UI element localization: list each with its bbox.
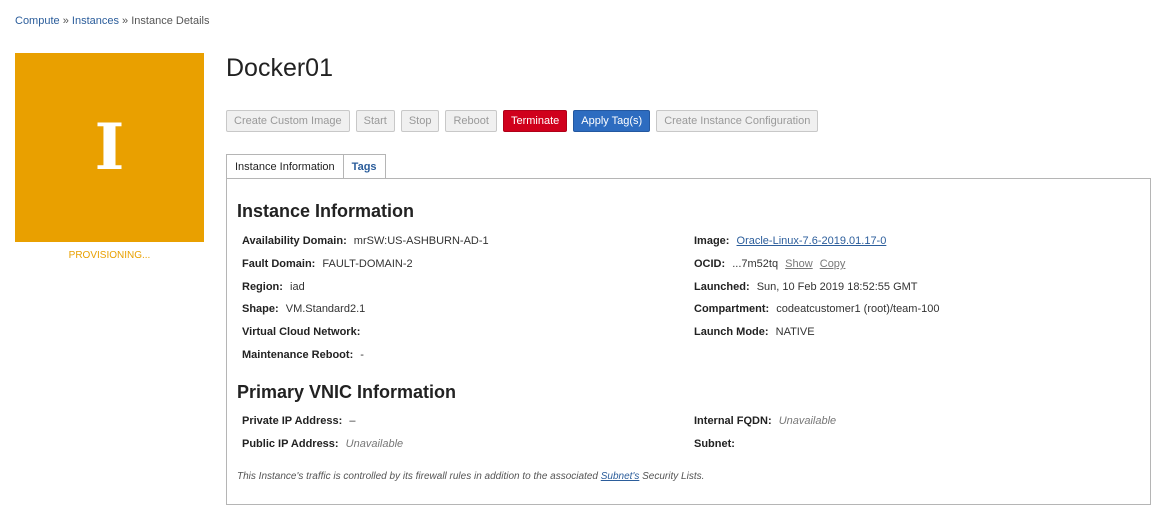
instance-status-tile: I (15, 53, 204, 242)
compartment-field: Compartment: codeatcustomer1 (root)/team… (694, 303, 939, 315)
launch-mode-value: NATIVE (775, 326, 815, 338)
action-toolbar: Create Custom Image Start Stop Reboot Te… (226, 110, 819, 132)
fault-domain-label: Fault Domain: (242, 258, 316, 270)
internal-fqdn-value: Unavailable (778, 415, 837, 427)
page-title: Docker01 (226, 54, 333, 82)
launched-field: Launched: Sun, 10 Feb 2019 18:52:55 GMT (694, 281, 918, 293)
ocid-value: ...7m52tq (732, 258, 779, 270)
stop-button[interactable]: Stop (400, 110, 440, 132)
create-custom-image-button[interactable]: Create Custom Image (226, 110, 350, 132)
ocid-label: OCID: (694, 258, 726, 270)
instance-state-label: PROVISIONING... (68, 250, 151, 261)
compartment-label: Compartment: (694, 303, 770, 315)
tab-bar: Instance Information Tags (226, 154, 386, 179)
fault-domain-value: FAULT-DOMAIN-2 (322, 258, 413, 270)
region-field: Region: iad (242, 281, 305, 293)
instance-information-heading: Instance Information (237, 201, 415, 221)
ocid-field: OCID: ...7m52tq Show Copy (694, 258, 845, 270)
apply-tags-button[interactable]: Apply Tag(s) (573, 110, 651, 132)
internal-fqdn-field: Internal FQDN: Unavailable (694, 415, 836, 427)
image-link[interactable]: Oracle-Linux-7.6-2019.01.17-0 (737, 235, 887, 247)
image-label: Image: (694, 235, 730, 247)
reboot-button[interactable]: Reboot (445, 110, 497, 132)
ocid-copy-link[interactable]: Copy (820, 258, 846, 270)
shape-value: VM.Standard2.1 (285, 303, 366, 315)
compartment-value: codeatcustomer1 (root)/team-100 (776, 303, 940, 315)
breadcrumb-current: Instance Details (131, 15, 210, 27)
ocid-show-link[interactable]: Show (785, 258, 813, 270)
private-ip-field: Private IP Address: – (242, 415, 355, 427)
vcn-label: Virtual Cloud Network: (242, 326, 361, 338)
breadcrumb: Compute » Instances » Instance Details (15, 15, 210, 27)
breadcrumb-separator: » (122, 15, 129, 27)
availability-domain-value: mrSW:US-ASHBURN-AD-1 (353, 235, 489, 247)
tab-instance-information[interactable]: Instance Information (226, 154, 344, 179)
image-field: Image: Oracle-Linux-7.6-2019.01.17-0 (694, 235, 886, 247)
availability-domain-label: Availability Domain: (242, 235, 347, 247)
instance-letter-icon: I (94, 109, 125, 185)
subnet-label: Subnet: (694, 438, 735, 450)
private-ip-value: – (349, 415, 356, 427)
fault-domain-field: Fault Domain: FAULT-DOMAIN-2 (242, 258, 413, 270)
internal-fqdn-label: Internal FQDN: (694, 415, 772, 427)
breadcrumb-instances-link[interactable]: Instances (72, 15, 119, 27)
private-ip-label: Private IP Address: (242, 415, 343, 427)
firewall-note: This Instance's traffic is controlled by… (237, 471, 704, 482)
breadcrumb-separator: » (62, 15, 69, 27)
maintenance-reboot-field: Maintenance Reboot: - (242, 349, 364, 361)
region-label: Region: (242, 281, 283, 293)
primary-vnic-heading: Primary VNIC Information (237, 382, 457, 402)
shape-label: Shape: (242, 303, 279, 315)
shape-field: Shape: VM.Standard2.1 (242, 303, 365, 315)
instance-details-panel: Instance Information Availability Domain… (226, 178, 1151, 505)
maintenance-reboot-label: Maintenance Reboot: (242, 349, 354, 361)
breadcrumb-compute-link[interactable]: Compute (15, 15, 60, 27)
vcn-field: Virtual Cloud Network: (242, 326, 364, 338)
availability-domain-field: Availability Domain: mrSW:US-ASHBURN-AD-… (242, 235, 489, 247)
launched-label: Launched: (694, 281, 750, 293)
subnet-field: Subnet: (694, 438, 739, 450)
launch-mode-field: Launch Mode: NATIVE (694, 326, 815, 338)
maintenance-reboot-value: - (360, 349, 364, 361)
launch-mode-label: Launch Mode: (694, 326, 769, 338)
public-ip-value: Unavailable (345, 438, 404, 450)
firewall-note-text-end: Security Lists. (639, 471, 705, 482)
region-value: iad (290, 281, 305, 293)
tab-tags[interactable]: Tags (342, 154, 386, 178)
create-instance-configuration-button[interactable]: Create Instance Configuration (656, 110, 819, 132)
terminate-button[interactable]: Terminate (502, 110, 568, 132)
start-button[interactable]: Start (355, 110, 395, 132)
launched-value: Sun, 10 Feb 2019 18:52:55 GMT (756, 281, 918, 293)
public-ip-field: Public IP Address: Unavailable (242, 438, 403, 450)
firewall-note-text: This Instance's traffic is controlled by… (237, 471, 601, 482)
subnet-link[interactable]: Subnet's (601, 471, 640, 482)
public-ip-label: Public IP Address: (242, 438, 339, 450)
